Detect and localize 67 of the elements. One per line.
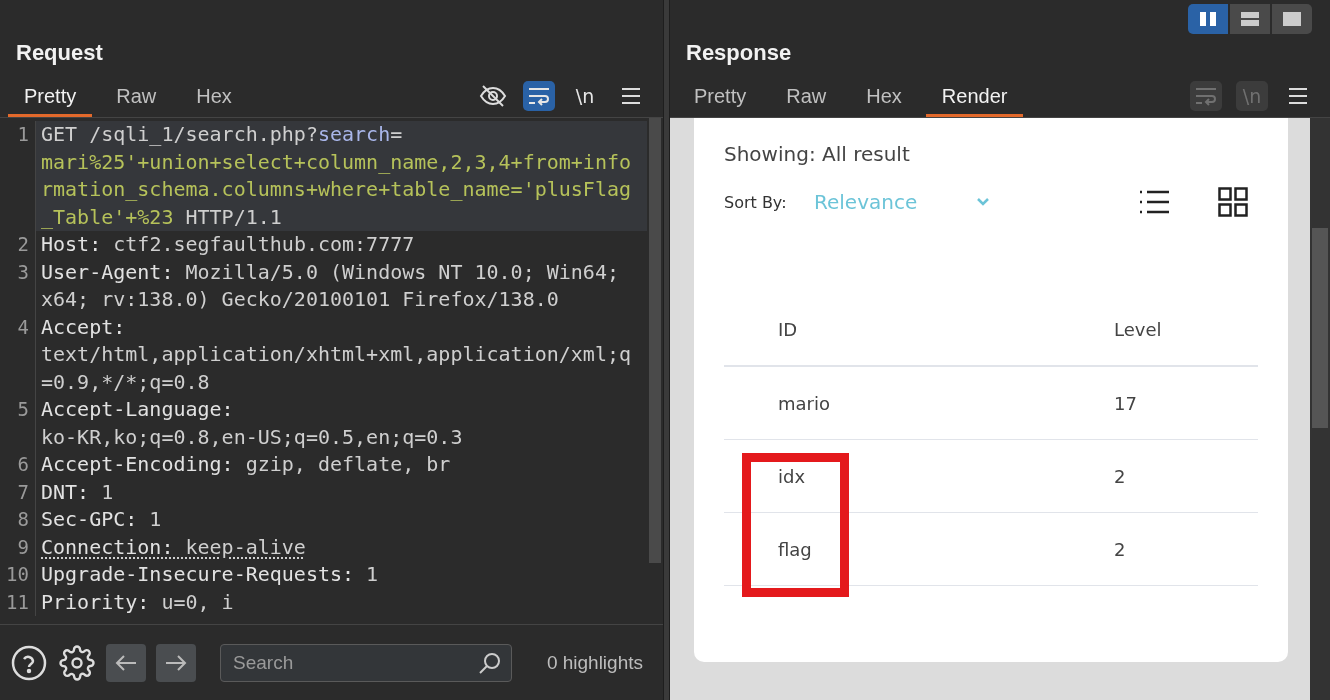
- newline-toggle[interactable]: \n: [569, 81, 601, 111]
- table-cell-text: idx: [778, 465, 807, 487]
- table-cell-text: flag: [778, 538, 813, 560]
- wrap-icon: [1194, 86, 1218, 106]
- line-number: 10: [0, 561, 36, 589]
- code-line: Accept-Encoding: gzip, deflate, br: [40, 451, 452, 478]
- code-line: DNT: 1: [40, 478, 115, 506]
- settings-button[interactable]: [58, 643, 96, 682]
- forward-button[interactable]: [156, 643, 196, 682]
- arrow-right-icon: [165, 653, 187, 672]
- code-line: User-Agent: Mozilla/5.0 (Windows NT 10.0; Win64; x64; rv:138.0) Gecko/20100101 Firefox/138.0: [40, 258, 620, 313]
- menu-icon: [621, 87, 641, 105]
- code-line: Accept: text/html,application/xhtml+xml,application/xml;q=0.9,*/*;q=0.8: [40, 313, 632, 396]
- table-cell-text: mario: [778, 392, 831, 414]
- tab[interactable]: Raw: [770, 85, 843, 117]
- search-icon: [478, 650, 502, 675]
- line-number: 3: [0, 258, 36, 314]
- wrap-toggle[interactable]: [523, 81, 555, 111]
- settings-icon: [59, 644, 95, 681]
- help-button[interactable]: [10, 643, 48, 682]
- grid-icon: [1218, 187, 1248, 217]
- tab[interactable]: Hex: [850, 85, 918, 117]
- search-field[interactable]: Search: [220, 643, 512, 682]
- rows-icon: [1240, 11, 1260, 27]
- grid-view-button[interactable]: [1218, 187, 1248, 217]
- column-header: Level: [1114, 319, 1163, 340]
- tab[interactable]: Hex: [180, 85, 248, 117]
- help-icon: [11, 644, 47, 681]
- line-number: 11: [0, 588, 36, 616]
- highlights-count: 0 highlights: [546, 651, 644, 674]
- list-icon: [1138, 189, 1170, 215]
- layout-button[interactable]: [1272, 4, 1312, 34]
- single-panel-icon: [1282, 11, 1302, 27]
- layout-button[interactable]: [1230, 4, 1270, 34]
- showing-label: Showing: All result: [724, 142, 911, 166]
- line-number: 5: [0, 396, 36, 451]
- code-line: Upgrade-Insecure-Requests: 1: [40, 561, 380, 588]
- response-title: Response: [685, 39, 793, 67]
- tab[interactable]: Raw: [100, 85, 173, 117]
- arrow-left-icon: [115, 653, 137, 672]
- sort-label: Sort By:: [724, 192, 788, 212]
- code-line: Connection: keep-alive: [40, 533, 307, 561]
- eye-off-icon: [479, 84, 507, 108]
- code-line: Sec-GPC: 1: [40, 506, 163, 533]
- code-line: Host: ctf2.segfaulthub.com:7777: [40, 231, 416, 258]
- line-number: 6: [0, 451, 36, 479]
- table-cell-text: 17: [1114, 392, 1138, 414]
- line-number: 7: [0, 478, 36, 506]
- line-number: 8: [0, 506, 36, 534]
- chevron-down-icon: [976, 197, 990, 207]
- scrollbar-thumb[interactable]: [1312, 228, 1328, 428]
- tab[interactable]: Pretty: [678, 85, 763, 117]
- columns-icon: [1199, 11, 1217, 27]
- table-cell-text: 2: [1114, 465, 1127, 487]
- line-number: 9: [0, 533, 36, 561]
- code-line: Priority: u=0, i: [40, 588, 235, 616]
- request-title: Request: [15, 39, 104, 67]
- scrollbar-thumb[interactable]: [649, 118, 661, 563]
- wrap-icon: [527, 86, 551, 106]
- back-button[interactable]: [106, 643, 146, 682]
- layout-button[interactable]: [1188, 4, 1228, 34]
- line-number: 2: [0, 231, 36, 259]
- list-view-button[interactable]: [1138, 189, 1170, 215]
- column-header: ID: [778, 319, 799, 340]
- menu-icon: [1288, 87, 1308, 105]
- line-number: 4: [0, 313, 36, 396]
- table-cell-text: 2: [1114, 538, 1127, 560]
